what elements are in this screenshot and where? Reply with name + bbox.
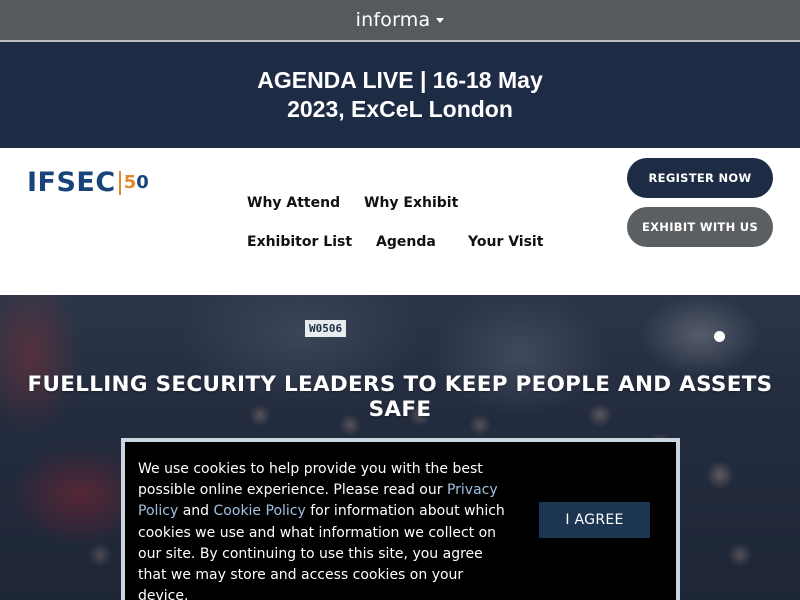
nav-link-your-visit[interactable]: Your Visit xyxy=(468,234,543,250)
event-banner-text: AGENDA LIVE | 16-18 May 2023, ExCeL Lond… xyxy=(257,67,543,122)
caret-down-icon xyxy=(436,17,445,23)
nav-link-why-exhibit[interactable]: Why Exhibit xyxy=(364,195,458,211)
informa-topbar: informa xyxy=(0,0,800,40)
nav-link-why-attend[interactable]: Why Attend xyxy=(247,195,340,211)
hero-headline: FUELLING SECURITY LEADERS TO KEEP PEOPLE… xyxy=(27,372,773,422)
carousel-dot-icon[interactable] xyxy=(714,331,725,342)
event-banner: AGENDA LIVE | 16-18 May 2023, ExCeL Lond… xyxy=(0,42,800,148)
cookie-consent-banner: We use cookies to help provide you with … xyxy=(121,438,680,600)
cookie-text-2: and xyxy=(178,503,214,520)
logo-divider xyxy=(118,170,121,195)
hero-stand-sign: W0506 xyxy=(305,320,347,337)
cookie-text-1: We use cookies to help provide you with … xyxy=(138,461,483,499)
informa-logo-text: informa xyxy=(355,9,431,31)
logo-zero: 0 xyxy=(136,172,149,193)
informa-brand-menu[interactable]: informa xyxy=(356,9,445,31)
ifsec-logo[interactable]: IFSEC 50 xyxy=(27,167,149,198)
nav-link-exhibitor-list[interactable]: Exhibitor List xyxy=(247,234,352,250)
logo-five: 5 xyxy=(123,172,137,193)
nav-link-agenda[interactable]: Agenda xyxy=(376,234,436,250)
logo-fifty-mark: 50 xyxy=(124,172,149,193)
cookie-message: We use cookies to help provide you with … xyxy=(138,459,508,600)
cookie-policy-link[interactable]: Cookie Policy xyxy=(214,503,306,519)
logo-wordmark: IFSEC xyxy=(27,167,116,198)
i-agree-button[interactable]: I AGREE xyxy=(539,502,650,538)
register-now-button[interactable]: REGISTER NOW xyxy=(627,158,773,198)
exhibit-with-us-button[interactable]: EXHIBIT WITH US xyxy=(627,207,773,247)
